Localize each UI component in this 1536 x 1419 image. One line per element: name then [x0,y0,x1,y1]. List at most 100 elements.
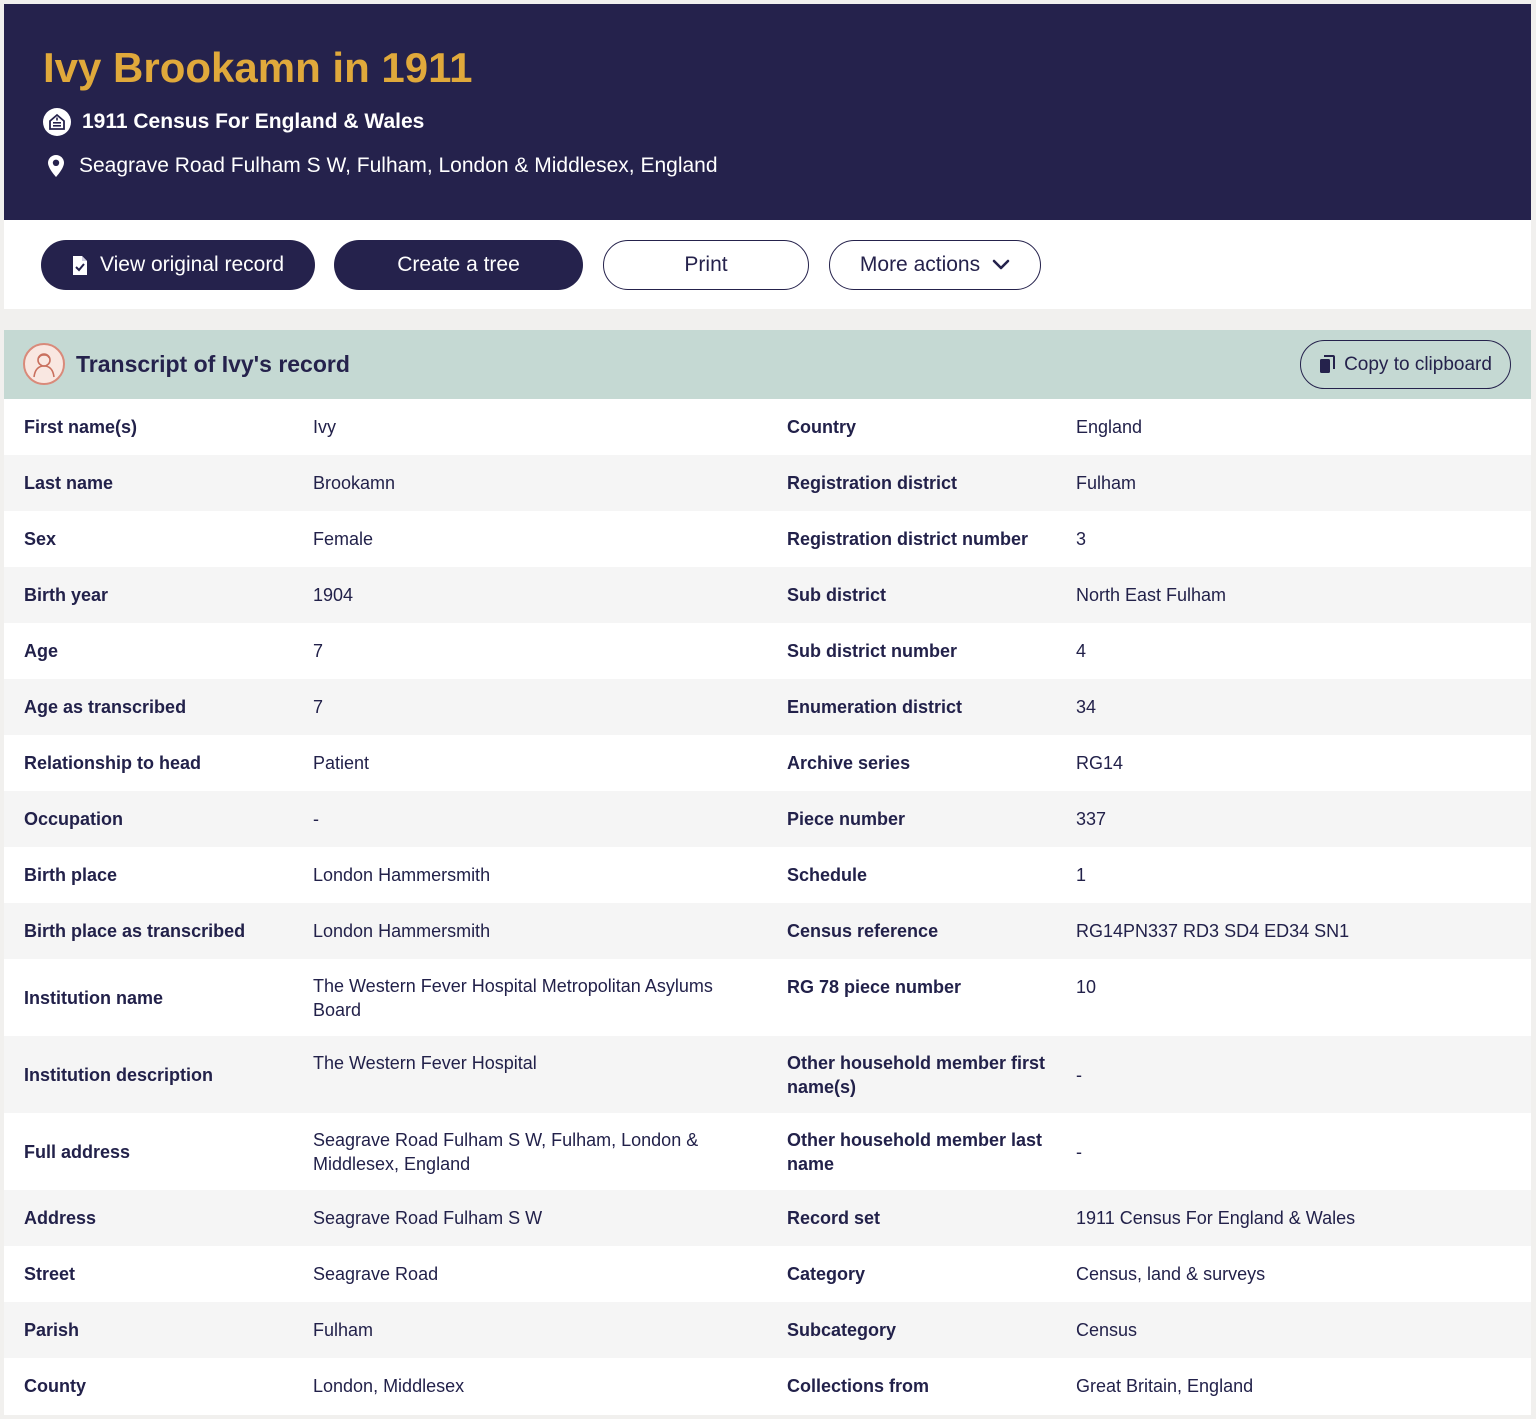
table-row: Age 7 Sub district number 4 [4,623,1531,679]
field-label: Street [24,1264,76,1284]
field-value: 34 [1076,697,1097,717]
table-row: Full address Seagrave Road Fulham S W, Fu… [4,1113,1531,1190]
view-original-record-button[interactable]: View original record [41,240,315,290]
field-value: London Hammersmith [313,865,491,885]
document-icon [72,255,88,276]
field-label: Birth place [24,865,118,885]
field-value: - [313,809,319,829]
field-value: The Western Fever Hospital [313,1053,537,1073]
field-value: Brookamn [313,473,396,493]
view-original-record-label: View original record [99,253,285,276]
action-bar: View original record Create a tree Print… [4,220,1531,309]
field-label: Institution description [24,1064,213,1085]
field-label: Institution name [24,987,163,1008]
table-row: Birth place London Hammersmith Schedule 1 [4,847,1531,903]
field-label: Registration district number [787,529,1029,549]
field-label: Age [24,641,59,661]
field-value: 10 [1076,977,1097,997]
field-value: - [1076,1141,1082,1162]
field-label: Relationship to head [24,753,202,773]
field-label: Sex [24,529,57,549]
field-value: Census, land & surveys [1076,1264,1266,1284]
copy-to-clipboard-label: Copy to clipboard [1344,353,1492,375]
field-value: Seagrave Road [313,1264,439,1284]
field-value: Female [313,529,374,549]
field-value: Seagrave Road Fulham S W [313,1208,543,1228]
table-row: Birth place as transcribed London Hammers… [4,903,1531,959]
chevron-down-icon [992,259,1010,271]
portrait-icon [23,343,65,385]
field-label: Other household member last name [787,1129,1043,1174]
table-row: Last name Brookamn Registration district Fu… [4,455,1531,511]
field-label: Parish [24,1320,80,1340]
transcript-header: Transcript of Ivy's record Copy to clipb… [4,330,1531,399]
table-row: County London, Middlesex Collections from G… [4,1358,1531,1414]
field-value: 1911 Census For England & Wales [1076,1208,1356,1228]
more-actions-label: More actions [859,253,981,276]
transcript-panel: Transcript of Ivy's record Copy to clipb… [4,330,1531,1415]
field-label: Category [787,1264,866,1284]
table-row: Occupation - Piece number 337 [4,791,1531,847]
field-label: Last name [24,473,114,493]
field-value: England [1076,417,1143,437]
table-row: Age as transcribed 7 Enumeration district 3… [4,679,1531,735]
field-value: Patient [313,753,370,773]
more-actions-button[interactable]: More actions [829,240,1041,290]
field-label: Collections from [787,1376,930,1396]
home-icon [43,108,71,136]
field-value: Ivy [313,417,337,437]
field-value: London, Middlesex [313,1376,465,1396]
field-label: Subcategory [787,1320,897,1340]
field-value: 337 [1076,809,1107,829]
record-set-label: 1911 Census For England & Wales [82,110,425,133]
table-row: Sex Female Registration district number 3 [4,511,1531,567]
field-label: Registration district [787,473,958,493]
field-value: Fulham [313,1320,374,1340]
copy-to-clipboard-button[interactable]: Copy to clipboard [1300,340,1511,389]
table-row: Relationship to head Patient Archive serie… [4,735,1531,791]
record-set-line: 1911 Census For England & Wales [43,108,424,136]
table-row: Parish Fulham Subcategory Census [4,1302,1531,1358]
location-pin-icon [47,154,65,178]
field-value: Census [1076,1320,1138,1340]
field-value: 7 [313,697,324,717]
field-label: Country [787,417,856,437]
print-button[interactable]: Print [603,240,809,290]
field-value: 1 [1076,865,1087,885]
field-value: North East Fulham [1076,585,1227,605]
create-a-tree-button[interactable]: Create a tree [334,240,583,290]
field-value: RG14 [1076,753,1124,773]
field-label: Address [24,1208,97,1228]
field-label: Record set [787,1208,881,1228]
clipboard-icon [1319,355,1336,374]
field-label: Sub district [787,585,887,605]
table-row: Street Seagrave Road Category Census, land … [4,1246,1531,1302]
field-value: Great Britain, England [1076,1376,1254,1396]
field-value: London Hammersmith [313,921,491,941]
field-label: Birth year [24,585,109,605]
field-value: 7 [313,641,324,661]
location-label: Seagrave Road Fulham S W, Fulham, London… [79,154,718,177]
record-header: Ivy Brookamn in 1911 1911 Census For Eng… [4,4,1531,220]
location-line: Seagrave Road Fulham S W, Fulham, London… [47,154,718,178]
table-row: Institution name The Western Fever Hospit… [4,959,1531,1036]
field-label: Birth place as transcribed [24,921,246,941]
table-row: Birth year 1904 Sub district North East Ful… [4,567,1531,623]
print-label: Print [684,253,728,276]
field-label: First name(s) [24,417,138,437]
transcript-table: First name(s) Ivy Country England Last name… [4,399,1531,1414]
field-value: 4 [1076,641,1087,661]
field-label: Census reference [787,921,939,941]
field-value: - [1076,1064,1082,1085]
table-row: First name(s) Ivy Country England [4,399,1531,455]
field-label: County [24,1376,86,1396]
transcript-title: Transcript of Ivy's record [76,351,350,377]
field-label: Age as transcribed [24,697,187,717]
field-label: Sub district number [787,641,958,661]
field-label: Full address [24,1141,131,1162]
field-value: RG14PN337 RD3 SD4 ED34 SN1 [1076,921,1350,941]
page-title: Ivy Brookamn in 1911 [43,44,473,91]
field-label: Other household member first name(s) [787,1052,1046,1097]
table-row: Address Seagrave Road Fulham S W Record se… [4,1190,1531,1246]
field-label: RG 78 piece number [787,977,962,997]
